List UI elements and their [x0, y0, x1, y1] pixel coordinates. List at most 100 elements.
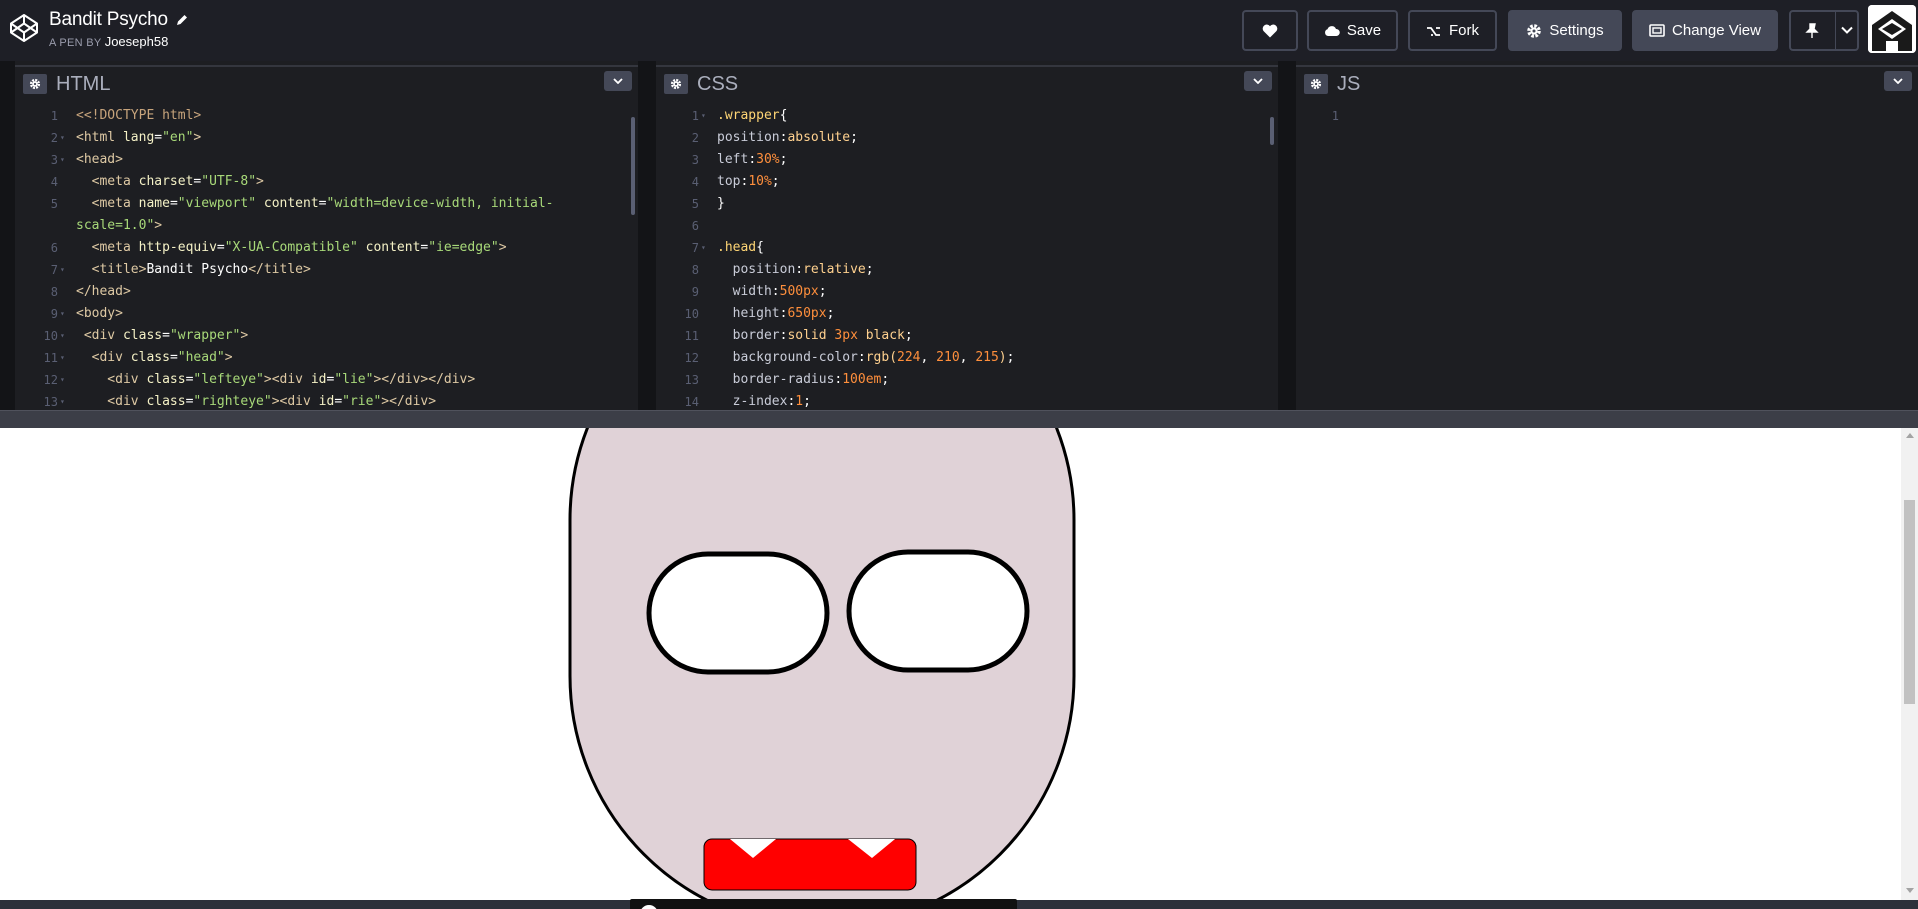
chevron-down-icon[interactable]	[1841, 26, 1853, 34]
code-line[interactable]: 12 background-color:rgb(224, 210, 215);	[656, 347, 1278, 369]
pen-title[interactable]: Bandit Psycho	[49, 9, 168, 31]
code-line[interactable]: 7 ▾ <title>Bandit Psycho</title>	[15, 259, 638, 281]
line-number: 10	[43, 329, 58, 343]
code-line[interactable]: 3 left:30%;	[656, 149, 1278, 171]
css-pane-header: CSS	[656, 65, 1278, 101]
code-line[interactable]: 10 ▾ <div class="wrapper">	[15, 325, 638, 347]
author-link[interactable]: Joeseph58	[105, 34, 169, 49]
js-settings-button[interactable]	[1304, 74, 1328, 94]
code-line[interactable]: scale=1.0">	[15, 215, 638, 237]
html-tab[interactable]: HTML	[15, 65, 638, 101]
code-text: .wrapper{	[717, 108, 788, 123]
css-settings-button[interactable]	[664, 74, 688, 94]
line-number: 3	[50, 153, 58, 167]
editor-area: HTML 1 <<!DOCTYPE html> 2 ▾ <html lang="en">…	[0, 61, 1918, 410]
pen-byline: A PEN BY Joeseph58	[49, 34, 189, 49]
fold-arrow-icon[interactable]: ▾	[60, 325, 65, 347]
line-number: 1	[50, 109, 58, 123]
js-tab[interactable]: JS	[1296, 65, 1918, 101]
js-collapse-button[interactable]	[1884, 71, 1912, 91]
pencil-icon[interactable]	[175, 13, 189, 27]
pin-button[interactable]	[1789, 10, 1859, 51]
codepen-logo-icon[interactable]	[8, 12, 40, 44]
line-number: 12	[43, 373, 58, 387]
line-number: 7	[50, 263, 58, 277]
html-code[interactable]: 1 <<!DOCTYPE html> 2 ▾ <html lang="en"> 3 ▾ <he…	[15, 101, 638, 410]
chevron-down-icon	[613, 78, 623, 84]
code-line[interactable]: 14 z-index:1;	[656, 391, 1278, 410]
fold-arrow-icon[interactable]: ▾	[60, 149, 65, 171]
code-line[interactable]: 10 height:650px;	[656, 303, 1278, 325]
line-number: 10	[684, 307, 699, 321]
console-tab[interactable]	[630, 899, 1017, 909]
css-code[interactable]: 1 ▾ .wrapper{2 position:absolute; 3 left:30%;…	[656, 101, 1278, 410]
css-collapse-button[interactable]	[1244, 71, 1272, 91]
fold-arrow-icon[interactable]: ▾	[60, 391, 65, 410]
fold-arrow-icon[interactable]: ▾	[60, 347, 65, 369]
fork-button[interactable]: Fork	[1408, 10, 1497, 51]
settings-label: Settings	[1549, 22, 1604, 39]
line-number: 7	[691, 241, 699, 255]
html-settings-button[interactable]	[23, 74, 47, 94]
code-line[interactable]: 1 <<!DOCTYPE html>	[15, 105, 638, 127]
css-tab[interactable]: CSS	[656, 65, 1278, 101]
fold-arrow-icon[interactable]: ▾	[60, 259, 65, 281]
code-text: border:solid 3px black;	[717, 328, 913, 343]
fold-arrow-icon[interactable]: ▾	[60, 127, 65, 149]
code-line[interactable]: 1 ▾ .wrapper{	[656, 105, 1278, 127]
code-line[interactable]: 3 ▾ <head>	[15, 149, 638, 171]
code-line[interactable]: 6 <meta http-equiv="X-UA-Compatible" con…	[15, 237, 638, 259]
line-number: 1	[1331, 109, 1339, 123]
code-line[interactable]: 13 border-radius:100em;	[656, 369, 1278, 391]
scroll-down-arrow-icon[interactable]	[1906, 888, 1914, 893]
resize-divider[interactable]	[0, 410, 1918, 428]
line-number: 13	[43, 395, 58, 409]
code-line[interactable]: 12 ▾ <div class="lefteye"><div id="lie"><…	[15, 369, 638, 391]
code-line[interactable]: 5 <meta name="viewport" content="width=d…	[15, 193, 638, 215]
avatar[interactable]	[1868, 5, 1916, 53]
code-line[interactable]: 13 ▾ <div class="righteye"><div id="rie">…	[15, 391, 638, 410]
code-line[interactable]: 8 position:relative;	[656, 259, 1278, 281]
code-text: <div class="lefteye"><div id="lie"></div…	[76, 372, 476, 387]
code-line[interactable]: 5}	[656, 193, 1278, 215]
code-line[interactable]: 1	[1296, 105, 1918, 127]
fork-icon	[1427, 26, 1440, 36]
preview-scrollbar[interactable]	[1901, 428, 1918, 900]
code-text: height:650px;	[717, 306, 835, 321]
css-scrollbar[interactable]	[1270, 117, 1274, 145]
code-line[interactable]: 9 width:500px;	[656, 281, 1278, 303]
like-button[interactable]	[1242, 10, 1298, 51]
html-pane-header: HTML	[15, 65, 638, 101]
code-line[interactable]: 11 border:solid 3px black;	[656, 325, 1278, 347]
code-line[interactable]: 2 ▾ <html lang="en">	[15, 127, 638, 149]
fold-arrow-icon[interactable]: ▾	[60, 369, 65, 391]
code-line[interactable]: 4 top:10%;	[656, 171, 1278, 193]
save-button[interactable]: Save	[1307, 10, 1398, 51]
code-line[interactable]: 9 ▾ <body>	[15, 303, 638, 325]
save-label: Save	[1346, 22, 1382, 39]
js-code[interactable]: 1	[1296, 101, 1918, 410]
html-collapse-button[interactable]	[604, 71, 632, 91]
html-scrollbar[interactable]	[631, 117, 635, 215]
js-editor-pane: JS 1	[1296, 61, 1918, 410]
result-preview[interactable]	[0, 428, 1918, 900]
line-number: 9	[691, 285, 699, 299]
scroll-up-arrow-icon[interactable]	[1906, 433, 1914, 438]
code-line[interactable]: 2 position:absolute;	[656, 127, 1278, 149]
line-number: 8	[50, 285, 58, 299]
fold-arrow-icon[interactable]: ▾	[701, 105, 706, 127]
chevron-down-icon	[1893, 78, 1903, 84]
code-line[interactable]: 7 ▾ .head{	[656, 237, 1278, 259]
line-number: 9	[50, 307, 58, 321]
pen-title-block: Bandit Psycho A PEN BY Joeseph58	[49, 9, 189, 49]
fold-arrow-icon[interactable]: ▾	[60, 303, 65, 325]
html-editor-pane: HTML 1 <<!DOCTYPE html> 2 ▾ <html lang="en">…	[15, 61, 638, 410]
fold-arrow-icon[interactable]: ▾	[701, 237, 706, 259]
code-line[interactable]: 6	[656, 215, 1278, 237]
change-view-button[interactable]: Change View	[1632, 10, 1778, 51]
code-line[interactable]: 11 ▾ <div class="head">	[15, 347, 638, 369]
code-line[interactable]: 4 <meta charset="UTF-8">	[15, 171, 638, 193]
code-line[interactable]: 8 </head>	[15, 281, 638, 303]
preview-scroll-thumb[interactable]	[1904, 500, 1915, 704]
settings-button[interactable]: Settings	[1508, 10, 1622, 51]
